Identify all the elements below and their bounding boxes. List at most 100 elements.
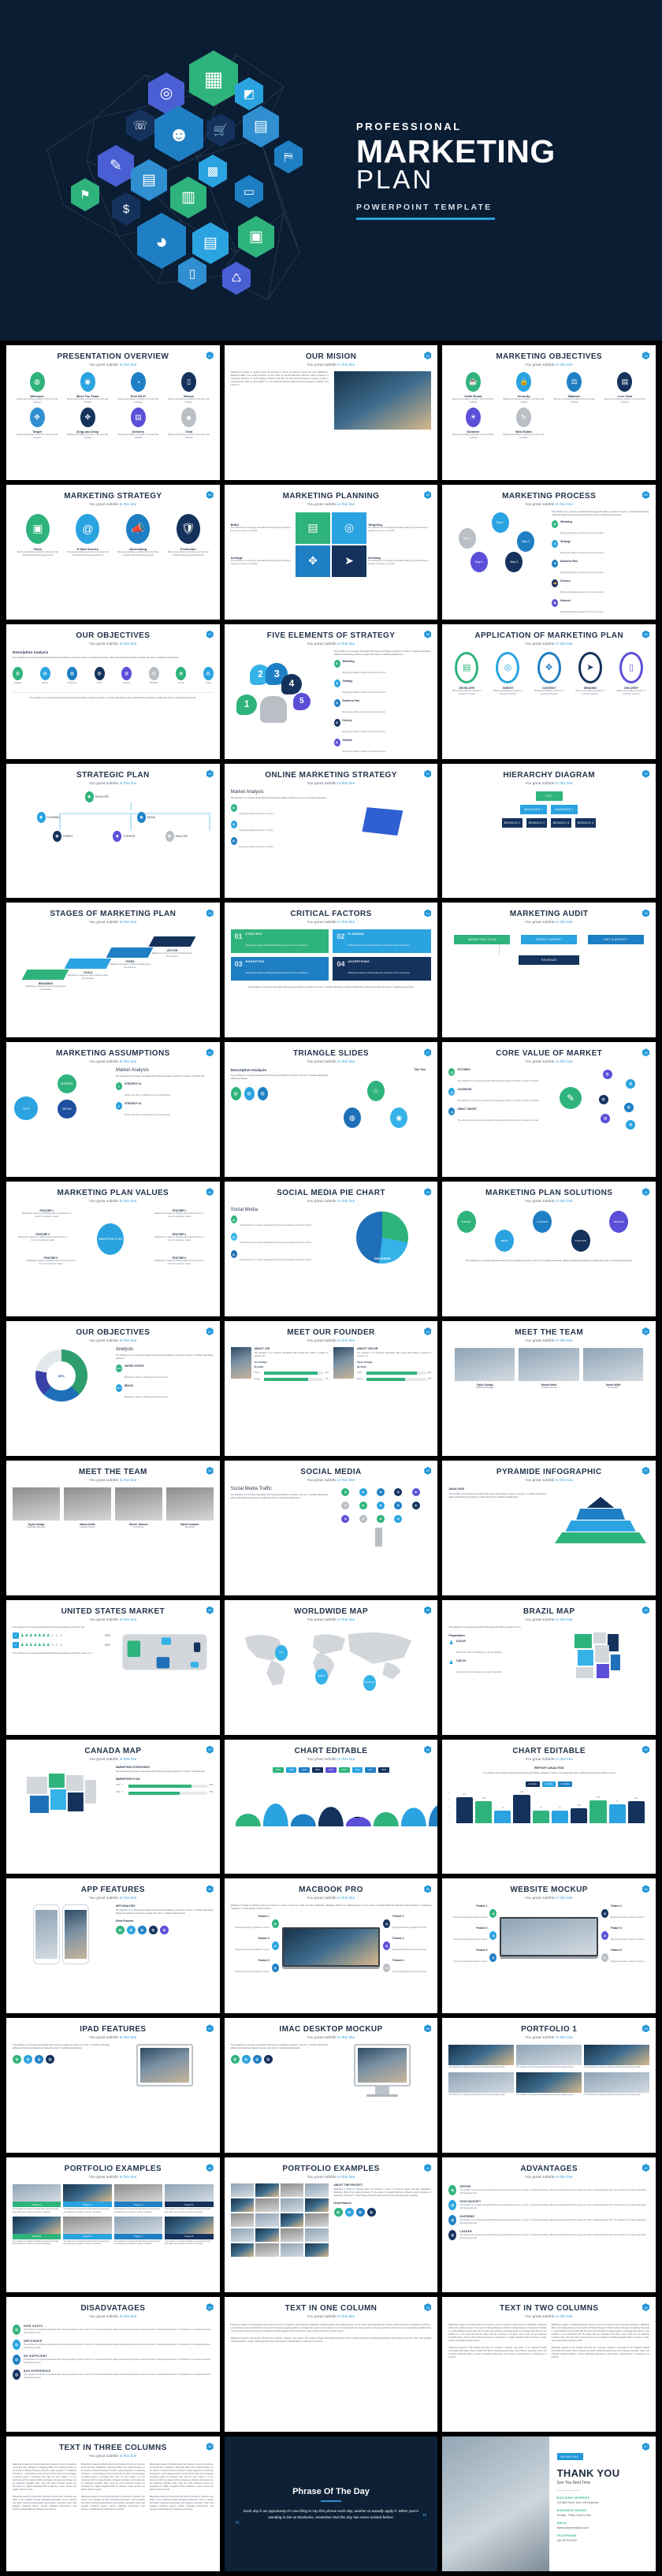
list-item[interactable]: 🚚 Delivery Buying and selling a product o… (552, 579, 649, 597)
slide-42[interactable]: 42 ADVANTAGES You great subtitle in this… (442, 2157, 656, 2293)
slide-quote[interactable]: Phrase Of The Day “ Each day is an oppor… (224, 2436, 438, 2571)
factor-card[interactable]: 01 STRATEGY Marketing is based on thinkin… (230, 929, 329, 954)
advantage-item[interactable]: ◍ HIGH BUDGET The activities of a company… (448, 2200, 649, 2211)
slide-30[interactable]: 30 BRAZIL MAP You great subtitle in this… (442, 1599, 656, 1735)
center-node[interactable]: MARKETING PLAN (96, 1223, 124, 1256)
feature-row[interactable]: Feature 5 Buying and selling a product or… (448, 1949, 497, 1966)
list-item[interactable]: ◔ Free Wi-Fi Buying and selling a produc… (113, 372, 162, 404)
slide-32[interactable]: 32 CHART EDITABLE You great subtitle in … (224, 1739, 438, 1874)
item-icon[interactable]: ◍ (257, 1087, 268, 1101)
list-item[interactable]: ✥ Drag and Drop Buying and selling a pro… (63, 408, 112, 440)
mosaic-tile[interactable] (305, 2198, 329, 2213)
founder-card[interactable]: ABOUT JOE The activities of a company as… (230, 1347, 329, 1382)
feature-node[interactable]: FEATURE 4 Marketing is based on thinking… (153, 1233, 205, 1242)
portfolio-item[interactable]: Project 6 The activities of company that… (63, 2216, 112, 2247)
slide-12[interactable]: 12 HIERARCHY DIAGRAM You great subtitle … (442, 763, 656, 899)
map-pin[interactable]: USA (274, 1644, 288, 1661)
feature-icon[interactable]: ◍ (24, 2055, 32, 2064)
flow-node[interactable]: TARGET (456, 1211, 476, 1234)
list-item[interactable]: ◍ Business Plan Buying and selling a prod… (333, 698, 432, 717)
social-icon[interactable]: ◍ (394, 1501, 403, 1509)
slide-38[interactable]: 38 IMAC DESKTOP MOCKUP You great subtitl… (224, 2018, 438, 2153)
org-leaf[interactable]: BRANCH 3 (551, 817, 572, 828)
advantage-item[interactable]: ◍ DEFICIENCE The activities of a company … (13, 2340, 214, 2351)
mosaic-tile[interactable] (230, 2213, 255, 2228)
mosaic-tile[interactable] (230, 2183, 255, 2198)
flow-node[interactable]: SERVICE (609, 1211, 629, 1234)
list-item[interactable]: 🔒 Security Buying and selling a product … (499, 372, 548, 404)
portfolio-item[interactable]: The activities of a company associated w… (516, 2072, 582, 2097)
list-item[interactable]: ◍ Marketing Buying and selling a product … (552, 519, 649, 538)
slide-31[interactable]: 31 CANADA MAP You great subtitle in this… (6, 1739, 220, 1874)
feature-icon[interactable]: ◍ (230, 2055, 240, 2064)
list-item[interactable]: 🛡 Protection Buying and selling a produc… (166, 513, 212, 557)
legend-chip[interactable]: Amerika (541, 1781, 556, 1787)
mosaic-tile[interactable] (255, 2198, 279, 2213)
portfolio-item[interactable]: Project 7 The activities of company that… (113, 2216, 163, 2247)
mosaic-tile[interactable] (305, 2243, 329, 2258)
center-node[interactable]: TEXT (14, 1096, 39, 1121)
year-chip[interactable]: 2010 (273, 1766, 284, 1773)
feature-icon[interactable]: ◍ (35, 2055, 43, 2064)
slide-40[interactable]: 40 PORTFOLIO EXAMPLES You great subtitle… (6, 2157, 220, 2293)
feature-row[interactable]: Feature 3 Buying and selling a product or… (448, 1926, 497, 1944)
numbered-bubble[interactable]: 1 (236, 694, 258, 715)
slide-36[interactable]: 36 WEBSITE MOCKUP You great subtitle in … (442, 1878, 656, 2014)
list-item[interactable]: @ E-Mail Service Buying and selling a pr… (65, 513, 111, 557)
slide-06[interactable]: 06 MARKETING PROCESS You great subtitle … (442, 484, 656, 620)
mosaic-tile[interactable] (280, 2213, 304, 2228)
mosaic-tile[interactable] (280, 2243, 304, 2258)
slide-15[interactable]: 15 MARKETING AUDIT You great subtitle in… (442, 903, 656, 1038)
pyramid-level[interactable] (565, 1520, 636, 1532)
branch-node[interactable]: DEFINE (57, 1100, 76, 1119)
map-pin[interactable]: AFRICA (314, 1668, 328, 1684)
slide-02[interactable]: 02 OUR MISION You great subtitle in this… (224, 345, 438, 480)
portfolio-item[interactable]: Project 3 The activities of company that… (113, 2184, 163, 2214)
send-icon[interactable]: ➤ (331, 545, 366, 577)
list-item[interactable]: ◍ Marketing Buying and selling a product … (333, 659, 432, 677)
advantage-item[interactable]: ◍ BAD EXPERIENCE The activities of a comp… (13, 2369, 214, 2381)
numbered-bubble[interactable]: 4 (281, 673, 303, 694)
feature-row[interactable]: Feature 3 Buying and selling a product or… (231, 1937, 279, 1954)
org-leaf[interactable]: BRANCH 2 (526, 817, 548, 828)
portfolio-item[interactable]: Project 2 The activities of company that… (63, 2184, 112, 2214)
pyramid-level[interactable] (554, 1532, 647, 1543)
year-chip[interactable]: 2012 (299, 1766, 311, 1773)
mosaic-tile[interactable] (305, 2228, 329, 2243)
mosaic-tile[interactable] (280, 2183, 304, 2198)
list-item[interactable]: ✥ Target Buying and selling a product is… (13, 408, 61, 440)
list-item[interactable]: ◍ Track (203, 666, 214, 685)
list-item[interactable]: ◍ Analysis (121, 666, 132, 685)
social-icon[interactable]: ◍ (341, 1487, 350, 1496)
year-chip[interactable]: 2018 (378, 1766, 389, 1773)
org-root[interactable]: CEO (535, 791, 563, 801)
audit-result[interactable]: REVENUE (519, 955, 579, 966)
social-icon[interactable]: ◍ (394, 1487, 403, 1496)
list-item[interactable]: ▯ Mouse Buying and selling a product is … (164, 372, 213, 404)
slide-41[interactable]: 41 PORTFOLIO EXAMPLES You great subtitle… (224, 2157, 438, 2293)
list-item[interactable]: ◍ Buying and selling a product or servic… (230, 836, 329, 851)
social-icon[interactable]: ◍ (376, 1514, 385, 1523)
slide-16[interactable]: 16 MARKETING ASSUMPTIONS You great subti… (6, 1042, 220, 1178)
team-member[interactable]: Hanna Smith Creative Director (63, 1487, 111, 1529)
list-item[interactable]: ◉ Meet The Team Buying and selling a pro… (63, 372, 112, 404)
list-item[interactable]: ◍ Marketer (148, 666, 159, 685)
flow-node[interactable]: CONTENT (533, 1211, 552, 1234)
stage-item[interactable]: BRANDING Marketing is based on about thi… (21, 970, 70, 992)
list-item[interactable]: ◍ Strategy Buying and selling a product o… (333, 679, 432, 697)
feature-row[interactable]: Feature 1 Buying and selling a product or… (231, 1915, 279, 1932)
slide-24[interactable]: 24 MEET THE TEAM You great subtitle in t… (442, 1321, 656, 1456)
social-icon[interactable]: ◍ (341, 1501, 350, 1509)
mosaic-tile[interactable] (230, 2198, 255, 2213)
process-step[interactable]: Step 5 (458, 527, 476, 549)
list-item[interactable]: ◍ Predictive (67, 666, 78, 685)
list-item[interactable]: ◎ Strategy Buying and selling a product o… (552, 539, 649, 557)
satellite-icon[interactable]: ◍ (626, 1079, 636, 1089)
list-item[interactable]: ◍ Buying and selling a product or servic… (230, 803, 329, 818)
process-step[interactable]: Step 2 (517, 530, 534, 552)
list-item[interactable]: ⚖ Balance Buying and selling a product i… (550, 372, 599, 404)
org-node[interactable]: MANAGER 2 (551, 804, 578, 814)
feature-icon[interactable]: ◍ (137, 1926, 147, 1935)
mosaic-tile[interactable] (255, 2183, 279, 2198)
slide-07[interactable]: 07 OUR OBJECTIVES You great subtitle in … (6, 624, 220, 759)
